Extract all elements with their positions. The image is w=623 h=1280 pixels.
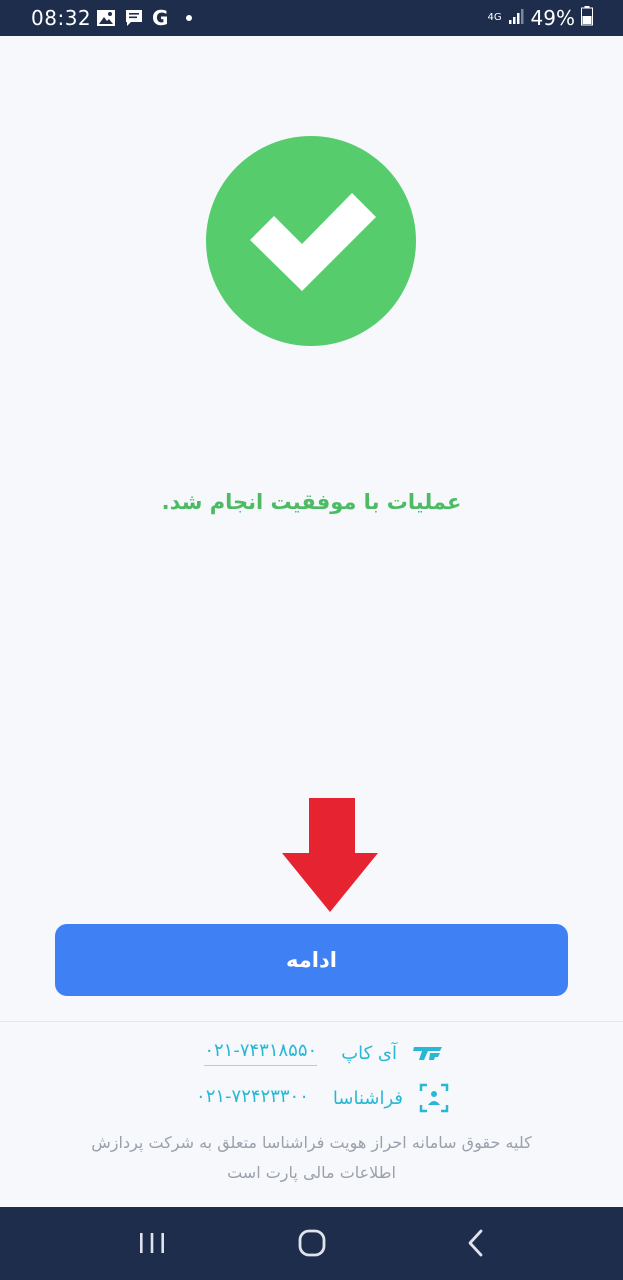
navigation-bar (0, 1207, 623, 1280)
success-check-icon (206, 136, 416, 346)
farashenasa-logo-icon (417, 1081, 451, 1115)
more-notifications-dot-icon (186, 15, 192, 21)
brand-name-farashenasa: فراشناسا (332, 1087, 403, 1109)
divider (0, 1021, 623, 1022)
back-icon[interactable] (456, 1223, 496, 1263)
contact-row-icop: آی کاپ ۰۲۱-۷۴۳۱۸۵۵۰ (204, 1036, 445, 1070)
message-icon (124, 8, 144, 28)
success-message: عملیات با موفقیت انجام شد. (161, 490, 462, 514)
recent-apps-icon[interactable] (132, 1223, 172, 1263)
battery-icon (581, 6, 593, 30)
google-icon: G (152, 6, 169, 30)
system-icons: 4G 49% (487, 6, 593, 30)
icop-logo-icon (411, 1036, 445, 1070)
home-icon[interactable] (292, 1223, 332, 1263)
contact-row-farashenasa: فراشناسا ۰۲۱-۷۲۴۲۳۳۰۰ (196, 1081, 451, 1115)
status-time: 08:32 (31, 6, 92, 30)
brand-name-icop: آی کاپ (341, 1042, 397, 1064)
copyright-line-2: اطلاعات مالی پارت است (227, 1163, 396, 1182)
signal-icon (508, 7, 525, 29)
battery-percent: 49% (530, 6, 575, 30)
arrow-down-icon (282, 798, 378, 918)
check-icon (250, 193, 376, 291)
notification-icons: G (96, 8, 192, 28)
gallery-icon (96, 8, 116, 28)
continue-button[interactable]: ادامه (55, 924, 568, 996)
screen: 08:32 G 4G 49% عملیات با موفقیت انجام شد… (0, 0, 623, 1280)
phone-link-farashenasa[interactable]: ۰۲۱-۷۲۴۲۳۳۰۰ (196, 1086, 309, 1111)
copyright-text: کلیه حقوق سامانه احراز هویت فراشناسا متع… (60, 1128, 563, 1188)
phone-link-icop[interactable]: ۰۲۱-۷۴۳۱۸۵۵۰ (204, 1040, 318, 1066)
status-bar: 08:32 G 4G 49% (0, 0, 623, 36)
network-type: 4G (487, 12, 502, 23)
copyright-line-1: کلیه حقوق سامانه احراز هویت فراشناسا متع… (91, 1133, 532, 1152)
